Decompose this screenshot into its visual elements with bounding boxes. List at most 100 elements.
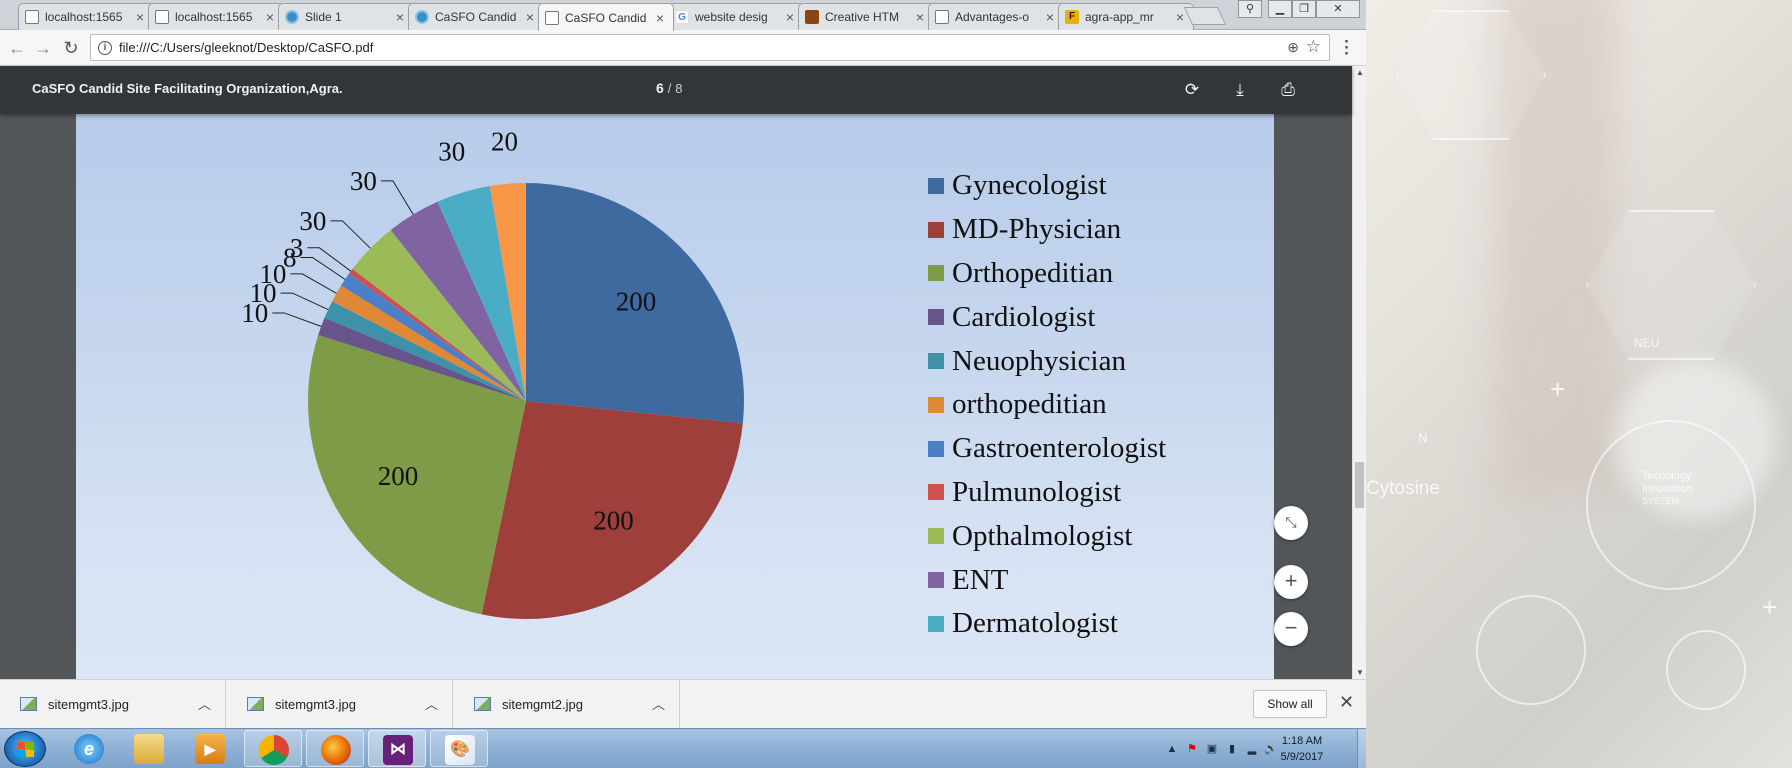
show-desktop-button[interactable] xyxy=(1357,729,1366,768)
download-file-name[interactable]: sitemgmt3.jpg xyxy=(275,697,356,712)
tab-title: Advantages-o xyxy=(955,10,1030,24)
tab-3[interactable]: CaSFO Candid × xyxy=(408,3,544,30)
visual-studio-taskbar-button[interactable]: ⋈ xyxy=(368,730,426,767)
pie-data-label: 30 xyxy=(350,166,377,196)
tab-close-icon[interactable]: × xyxy=(263,9,277,25)
close-icon[interactable]: ✕ xyxy=(1339,692,1354,713)
tab-2[interactable]: Slide 1 × xyxy=(278,3,414,30)
legend-swatch xyxy=(928,265,944,282)
download-file-name[interactable]: sitemgmt3.jpg xyxy=(48,697,129,712)
chevron-up-icon[interactable]: ︿ xyxy=(198,694,211,713)
file-explorer-taskbar-button[interactable] xyxy=(120,730,178,767)
forward-button[interactable]: → xyxy=(32,37,54,59)
usb-device-icon[interactable]: ▣ xyxy=(1205,742,1219,756)
back-button[interactable]: ← xyxy=(6,37,28,59)
paint-palette-icon: 🎨 xyxy=(445,735,475,765)
clock-date: 5/9/2017 xyxy=(1280,751,1324,763)
tab-8[interactable]: Fagra-app_mr × xyxy=(1058,3,1194,30)
vertical-scrollbar[interactable]: ▲ ▼ xyxy=(1352,66,1366,679)
wallpaper-word: NEU xyxy=(1634,336,1660,350)
legend-item: Neuophysician xyxy=(928,339,1166,383)
tab-4[interactable]: CaSFO Candid × xyxy=(538,3,674,31)
legend-swatch xyxy=(928,484,944,501)
tab-5[interactable]: Gwebsite desig × xyxy=(668,3,804,30)
reload-button[interactable]: ↻ xyxy=(60,37,82,59)
legend-item: Cardiologist xyxy=(928,295,1166,339)
start-button[interactable] xyxy=(4,731,46,767)
plus-decoration: + xyxy=(1550,374,1566,404)
tab-0[interactable]: localhost:1565 × xyxy=(18,3,154,30)
tab-close-icon[interactable]: × xyxy=(1043,9,1057,25)
zoom-in-button[interactable]: + xyxy=(1274,565,1308,599)
restore-button[interactable]: ❐ xyxy=(1292,0,1316,18)
info-icon[interactable]: i xyxy=(98,41,112,55)
image-file-icon xyxy=(247,697,264,711)
pie-leader-line xyxy=(330,220,371,249)
tab-close-icon[interactable]: × xyxy=(783,9,797,25)
pdf-viewer-area[interactable]: 200 200 200 10 10 10 8 3 30 30 30 20 Gynecologist MD… xyxy=(0,66,1352,679)
google-icon: G xyxy=(675,10,689,24)
tab-close-icon[interactable]: × xyxy=(133,9,147,25)
legend-swatch xyxy=(928,528,944,545)
action-center-icon[interactable]: ⚑ xyxy=(1185,742,1199,756)
download-item[interactable]: sitemgmt3.jpg ︿ xyxy=(0,680,226,729)
scroll-up-arrow-icon[interactable]: ▲ xyxy=(1356,68,1364,77)
tab-6[interactable]: Creative HTM × xyxy=(798,3,934,30)
chevron-up-icon[interactable]: ︿ xyxy=(425,694,438,713)
media-player-taskbar-button[interactable]: ▶ xyxy=(181,730,239,767)
tab-title: CaSFO Candid xyxy=(435,10,517,24)
pie-data-label: 200 xyxy=(378,461,419,491)
url-text[interactable]: file:///C:/Users/gleeknot/Desktop/CaSFO.… xyxy=(119,35,373,60)
legend-swatch xyxy=(928,353,944,370)
wallpaper-word: Cytosine xyxy=(1366,478,1440,499)
close-window-button[interactable]: ✕ xyxy=(1316,0,1360,18)
scroll-down-arrow-icon[interactable]: ▼ xyxy=(1356,668,1364,677)
tab-title: agra-app_mr xyxy=(1085,10,1154,24)
legend-swatch xyxy=(928,615,944,632)
network-signal-icon[interactable]: ▂ xyxy=(1245,742,1259,756)
show-all-downloads-button[interactable]: Show all xyxy=(1253,690,1327,718)
total-pages: 8 xyxy=(675,81,683,96)
user-icon[interactable]: ⚲ xyxy=(1238,0,1262,18)
tab-7[interactable]: Advantages-o × xyxy=(928,3,1064,30)
page-separator: / xyxy=(667,81,672,96)
download-item[interactable]: sitemgmt3.jpg ︿ xyxy=(227,680,453,729)
visual-studio-icon: ⋈ xyxy=(383,735,413,765)
internet-explorer-taskbar-button[interactable]: e xyxy=(60,730,118,767)
chevron-up-icon[interactable]: ︿ xyxy=(652,694,665,713)
new-tab-button[interactable] xyxy=(1183,7,1227,25)
page-icon xyxy=(155,10,169,24)
plus-decoration: + xyxy=(1762,592,1778,622)
browser-menu-icon[interactable]: · · · xyxy=(1340,33,1354,62)
taskbar-clock[interactable]: 1:18 AM 5/9/2017 xyxy=(1267,733,1337,765)
tab-close-icon[interactable]: × xyxy=(523,9,537,25)
show-hidden-icons-arrow-icon[interactable]: ▲ xyxy=(1165,742,1179,756)
tab-close-icon[interactable]: × xyxy=(913,9,927,25)
bookmark-star-icon[interactable]: ☆ xyxy=(1306,37,1321,57)
image-icon xyxy=(805,10,819,24)
chrome-icon xyxy=(259,735,289,765)
folder-icon xyxy=(134,734,164,764)
minimize-button[interactable]: ▁ xyxy=(1268,0,1292,18)
power-icon[interactable]: ▮ xyxy=(1225,742,1239,756)
tab-close-icon[interactable]: × xyxy=(653,10,667,26)
address-bar[interactable]: i file:///C:/Users/gleeknot/Desktop/CaSF… xyxy=(90,34,1330,61)
tab-close-icon[interactable]: × xyxy=(393,9,407,25)
firefox-taskbar-button[interactable] xyxy=(306,730,364,767)
zoom-icon[interactable]: ⊕ xyxy=(1287,39,1299,56)
chrome-taskbar-button[interactable] xyxy=(244,730,302,767)
current-page-number[interactable]: 6 xyxy=(656,80,664,96)
tab-1[interactable]: localhost:1565 × xyxy=(148,3,284,30)
download-file-name[interactable]: sitemgmt2.jpg xyxy=(502,697,583,712)
circle-logo-icon xyxy=(415,10,429,24)
print-icon[interactable]: ⎙ xyxy=(1276,78,1300,102)
wallpaper-word: Innovation xyxy=(1642,483,1693,495)
fit-page-button[interactable]: ⤡ xyxy=(1274,506,1308,540)
paint-taskbar-button[interactable]: 🎨 xyxy=(430,730,488,767)
download-item[interactable]: sitemgmt2.jpg ︿ xyxy=(454,680,680,729)
download-icon[interactable]: ⤓ xyxy=(1228,78,1252,102)
legend-swatch xyxy=(928,440,944,457)
scrollbar-thumb[interactable] xyxy=(1355,462,1364,508)
rotate-icon[interactable]: ⟳ xyxy=(1180,78,1204,102)
zoom-out-button[interactable]: − xyxy=(1274,612,1308,646)
